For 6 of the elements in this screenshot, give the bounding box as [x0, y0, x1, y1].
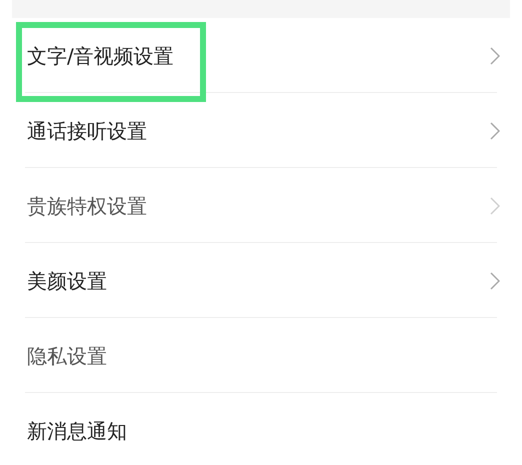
row-label: 美颜设置 [27, 268, 108, 294]
row-label: 贵族特权设置 [27, 192, 148, 220]
row-label: 通话接听设置 [27, 118, 148, 144]
row-label: 新消息通知 [27, 418, 128, 444]
row-label: 隐私设置 [27, 342, 108, 370]
row-label: 文字/音视频设置 [27, 42, 175, 70]
